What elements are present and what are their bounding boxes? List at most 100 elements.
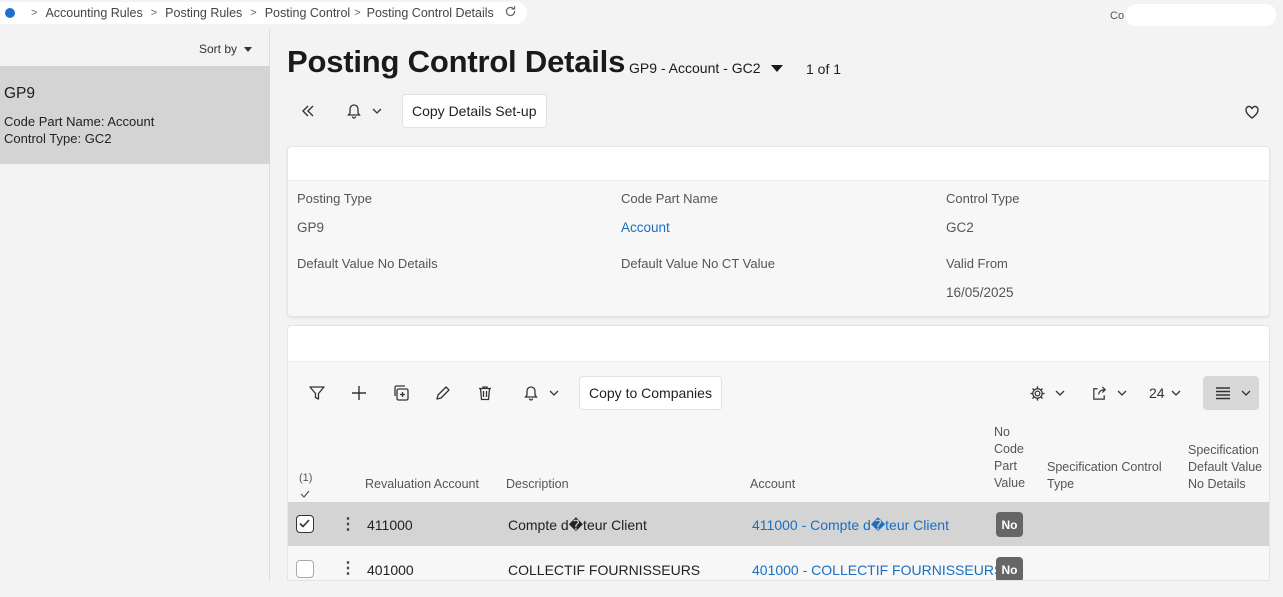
chevron-right-icon: > — [354, 7, 361, 19]
page-size-value: 24 — [1149, 385, 1165, 401]
command-bar: Copy Details Set-up — [296, 94, 547, 128]
notifications-button[interactable] — [342, 99, 382, 123]
list-density-button[interactable] — [1202, 376, 1259, 410]
chevron-right-icon: > — [31, 7, 38, 19]
col-header-line: Value — [994, 476, 1026, 490]
sort-by-label: Sort by — [199, 42, 238, 56]
table-view-toolbar: 24 — [1025, 376, 1259, 410]
table-row[interactable]: ⋮ 411000 Compte d�teur Client 411000 - C… — [288, 502, 1269, 546]
caret-down-icon — [770, 64, 783, 72]
default-value-no-ct-label: Default Value No CT Value — [621, 256, 775, 271]
page-title: Posting Control Details — [287, 44, 626, 79]
record-count: 1 of 1 — [806, 61, 842, 77]
col-header-revaluation-account[interactable]: Revaluation Account — [365, 476, 479, 493]
col-header-spec-control-type[interactable]: Specification Control Type — [1047, 459, 1162, 493]
row-checkbox[interactable] — [296, 560, 314, 578]
table-card-header — [288, 326, 1269, 362]
chevron-down-icon — [1117, 387, 1127, 399]
chevron-down-icon — [549, 387, 559, 399]
export-button[interactable] — [1087, 381, 1127, 405]
chevron-right-icon: > — [150, 7, 158, 19]
col-header-line: Part — [994, 459, 1017, 473]
no-code-part-value-badge: No — [996, 557, 1023, 580]
page-size-select[interactable]: 24 — [1149, 385, 1181, 401]
table-settings-button[interactable] — [1025, 381, 1065, 405]
list-density-icon — [1211, 381, 1235, 405]
select-all-checkmark-icon[interactable] — [300, 486, 310, 503]
col-header-no-code-part-value[interactable]: No Code Part Value — [994, 424, 1025, 492]
breadcrumb-posting-rules[interactable]: Posting Rules — [165, 6, 242, 20]
chevron-down-icon — [1241, 387, 1251, 399]
card-header — [288, 147, 1269, 181]
table-toolbar: Copy to Companies — [305, 376, 722, 410]
row-revaluation-account: 411000 — [367, 517, 413, 533]
company-label: Co — [1110, 10, 1125, 22]
col-header-spec-default-value[interactable]: Specification Default Value No Details — [1188, 442, 1262, 493]
trash-icon[interactable] — [473, 381, 497, 405]
row-account-link[interactable]: 411000 - Compte d�teur Client — [752, 517, 949, 534]
no-code-part-value-badge: No — [996, 512, 1023, 537]
col-header-line: Code — [994, 442, 1024, 456]
pencil-icon[interactable] — [431, 381, 455, 405]
col-header-line: Default Value — [1188, 460, 1263, 474]
row-checkbox[interactable] — [296, 515, 314, 533]
breadcrumb-posting-control-details: Posting Control Details — [366, 6, 494, 20]
selected-count: (1) — [299, 472, 313, 484]
code-part-name-link[interactable]: Account — [621, 220, 670, 235]
chevron-down-icon — [372, 105, 382, 117]
caret-down-icon — [244, 46, 253, 52]
list-item-code-part: Code Part Name: Account — [4, 114, 155, 129]
duplicate-icon[interactable] — [389, 381, 413, 405]
code-part-name-label: Code Part Name — [621, 191, 718, 206]
record-list-panel: Sort by GP9 Code Part Name: Account Cont… — [0, 30, 270, 581]
kebab-icon[interactable]: ⋮ — [340, 514, 356, 534]
row-account-link[interactable]: 401000 - COLLECTIF FOURNISSEURS — [752, 562, 1003, 578]
col-header-account[interactable]: Account — [750, 476, 795, 493]
gear-icon — [1025, 381, 1049, 405]
bell-icon — [342, 99, 366, 123]
home-icon[interactable] — [5, 8, 15, 18]
default-value-no-details-label: Default Value No Details — [297, 256, 438, 271]
row-description: Compte d�teur Client — [508, 517, 647, 533]
valid-from-label: Valid From — [946, 256, 1008, 271]
refresh-icon[interactable] — [504, 5, 517, 21]
details-table-card: Copy to Companies 24 (1) Revaluation Acc… — [287, 325, 1270, 581]
list-item-title: GP9 — [4, 85, 36, 102]
posting-type-label: Posting Type — [297, 191, 372, 206]
top-bar: > Accounting Rules > Posting Rules > Pos… — [0, 0, 1283, 28]
record-selector[interactable]: GP9 - Account - GC2 — [629, 60, 783, 76]
chevron-down-icon — [1171, 387, 1181, 399]
copy-to-companies-button[interactable]: Copy to Companies — [579, 376, 722, 410]
filter-icon[interactable] — [305, 381, 329, 405]
export-icon — [1087, 381, 1111, 405]
control-type-label: Control Type — [946, 191, 1020, 206]
list-item[interactable]: GP9 Code Part Name: Account Control Type… — [0, 66, 270, 164]
copy-details-setup-button[interactable]: Copy Details Set-up — [402, 94, 547, 128]
double-chevron-left-icon[interactable] — [296, 99, 320, 123]
table-row[interactable]: ⋮ 401000 COLLECTIF FOURNISSEURS 401000 -… — [288, 546, 1269, 580]
control-type-value: GC2 — [946, 220, 974, 235]
row-description: COLLECTIF FOURNISSEURS — [508, 562, 701, 578]
col-header-line: Specification — [1188, 443, 1259, 457]
breadcrumb: > Accounting Rules > Posting Rules > Pos… — [0, 2, 527, 24]
col-header-line: No — [994, 425, 1010, 439]
col-header-line: No Details — [1188, 477, 1246, 491]
col-header-description[interactable]: Description — [506, 476, 569, 493]
col-header-line: Specification Control — [1047, 460, 1162, 474]
user-menu[interactable] — [1126, 4, 1276, 26]
plus-icon[interactable] — [347, 381, 371, 405]
record-selector-value: GP9 - Account - GC2 — [629, 60, 761, 76]
sort-by-button[interactable]: Sort by — [199, 42, 253, 56]
details-card: Posting Type GP9 Code Part Name Account … — [287, 146, 1270, 317]
kebab-icon[interactable]: ⋮ — [340, 558, 356, 578]
row-revaluation-account: 401000 — [367, 562, 414, 578]
posting-type-value: GP9 — [297, 220, 325, 235]
bell-icon — [519, 381, 543, 405]
col-header-line: Type — [1047, 477, 1075, 491]
valid-from-value: 16/05/2025 — [946, 285, 1014, 300]
table-notifications-button[interactable] — [519, 381, 559, 405]
heart-icon[interactable] — [1240, 100, 1264, 124]
breadcrumb-posting-control[interactable]: Posting Control — [265, 6, 350, 20]
breadcrumb-accounting-rules[interactable]: Accounting Rules — [45, 6, 142, 20]
chevron-right-icon: > — [250, 7, 257, 19]
